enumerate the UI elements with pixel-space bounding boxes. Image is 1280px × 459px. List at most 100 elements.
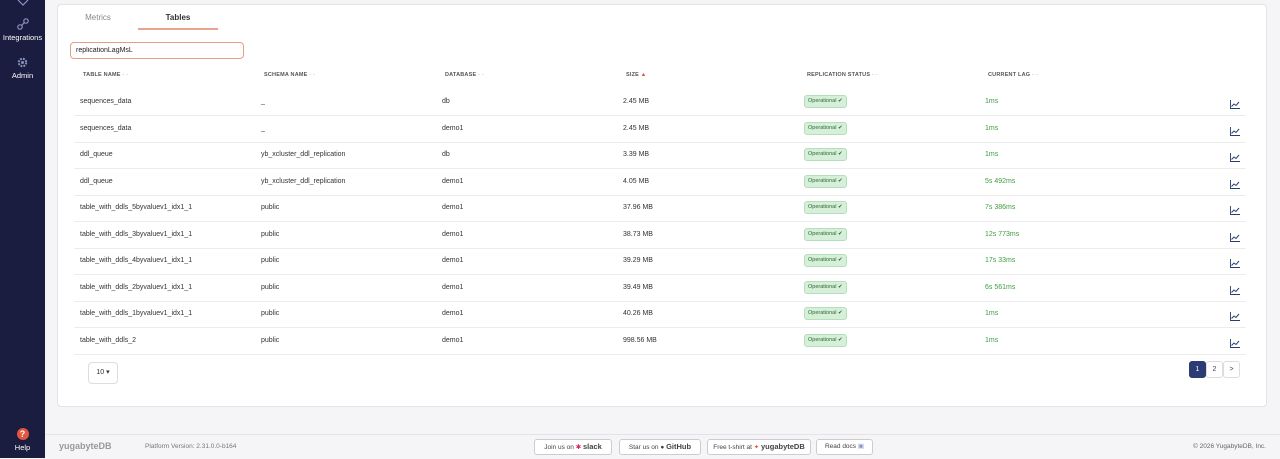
cell-schema-name: yb_xcluster_ddl_replication [261, 151, 346, 158]
cell-current-lag: 1ms [985, 151, 999, 158]
cell-size: 998.56 MB [623, 336, 657, 344]
footer: yugabyteDB Platform Version: 2.31.0.0-b1… [45, 434, 1280, 459]
cell-schema-name: public [261, 310, 280, 317]
line-chart-icon[interactable] [1230, 308, 1240, 326]
platform-version: Platform Version: 2.31.0.0-b164 [145, 443, 237, 450]
cell-current-lag: 17s 33ms [985, 257, 1016, 264]
line-chart-icon[interactable] [1230, 255, 1240, 273]
column-header-size[interactable]: SIZE ▲ [626, 72, 646, 78]
column-header-table-name[interactable]: TABLE NAME - - [83, 72, 128, 78]
line-chart-icon[interactable] [1230, 96, 1240, 114]
line-chart-icon[interactable] [1230, 149, 1240, 167]
sidebar-item-top-partial[interactable] [0, 0, 45, 8]
cell-schema-name: public [261, 230, 280, 238]
line-chart-icon[interactable] [1230, 335, 1240, 353]
line-chart-icon[interactable] [1230, 176, 1240, 194]
cell-schema-name: public [261, 204, 280, 211]
cell-size: 2.45 MB [623, 98, 650, 105]
status-badge: Operational ✔ [804, 148, 847, 161]
cell-table-name: sequences_data [80, 124, 132, 132]
cell-database: demo1 [442, 336, 464, 344]
column-header-schema-name[interactable]: SCHEMA NAME - - [264, 72, 315, 78]
book-icon: ▣ [857, 443, 865, 450]
cell-schema-name: _ [261, 124, 265, 132]
cell-database: demo1 [442, 257, 464, 264]
table-row: table_with_ddls_3byvaluev1_idx1_1 public d… [74, 222, 1246, 249]
tab-metrics[interactable]: Metrics [58, 13, 138, 22]
cell-size: 40.26 MB [623, 310, 653, 317]
line-chart-icon[interactable] [1230, 229, 1240, 247]
github-prefix-label: Star us on [628, 444, 659, 451]
cell-current-lag: 1ms [985, 124, 999, 132]
github-label: GitHub [666, 442, 692, 451]
cell-table-name: table_with_ddls_2 [80, 336, 137, 344]
cell-database: demo1 [442, 204, 464, 211]
cell-database: demo1 [442, 177, 464, 185]
table-row: table_with_ddls_1byvaluev1_idx1_1 public d… [74, 301, 1246, 328]
sidebar-item-integrations[interactable]: Integrations [0, 17, 45, 42]
tshirt-prefix-label: Free t-shirt at [713, 444, 752, 451]
sort-icon[interactable]: - - [872, 72, 878, 78]
sort-ascending-icon[interactable]: ▲ [641, 72, 647, 78]
next-page-button[interactable]: > [1223, 361, 1240, 378]
sidebar-item-help[interactable]: ? Help [0, 428, 45, 452]
sort-icon[interactable]: - - [309, 72, 315, 78]
line-chart-icon[interactable] [1230, 202, 1240, 220]
table-row: ddl_queue yb_xcluster_ddl_replication demo… [74, 169, 1246, 196]
page-button-2[interactable]: 2 [1206, 361, 1223, 378]
line-chart-icon[interactable] [1230, 123, 1240, 141]
tables-card: Metrics Tables TABLE NAME - - SCHEMA NAM… [57, 4, 1267, 407]
cell-table-name: ddl_queue [80, 151, 113, 158]
sidebar: Integrations Admin ? Help [0, 0, 45, 458]
cell-size: 39.49 MB [623, 283, 653, 291]
cell-schema-name: yb_xcluster_ddl_replication [261, 177, 346, 185]
sort-icon[interactable]: - - [122, 72, 128, 78]
status-badge: Operational ✔ [804, 254, 847, 267]
integrations-icon [16, 18, 29, 30]
column-header-replication-status[interactable]: REPLICATION STATUS - - [807, 72, 878, 78]
read-docs-button[interactable]: Read docs ▣ [816, 439, 873, 455]
join-slack-button[interactable]: Join us on ✱ slack [534, 439, 612, 455]
search-input[interactable] [70, 42, 244, 59]
cell-database: demo1 [442, 230, 464, 238]
table-row: table_with_ddls_4byvaluev1_idx1_1 public d… [74, 248, 1246, 275]
footer-logo: yugabyteDB [59, 441, 112, 451]
sort-icon[interactable]: - - [1032, 72, 1038, 78]
sort-icon[interactable]: - - [478, 72, 484, 78]
cell-table-name: table_with_ddls_3byvaluev1_idx1_1 [80, 230, 193, 238]
cell-table-name: table_with_ddls_1byvaluev1_idx1_1 [80, 310, 193, 317]
cell-table-name: table_with_ddls_2byvaluev1_idx1_1 [80, 283, 193, 291]
cell-schema-name: _ [261, 98, 265, 105]
status-badge: Operational ✔ [804, 307, 847, 320]
cell-size: 39.29 MB [623, 257, 653, 264]
status-badge: Operational ✔ [804, 121, 847, 135]
star-github-button[interactable]: Star us on ● GitHub [619, 439, 701, 455]
table-row: table_with_ddls_2 public demo1 998.56 MB Ope… [74, 328, 1246, 355]
sidebar-item-admin[interactable]: Admin [0, 56, 45, 80]
status-badge: Operational ✔ [804, 201, 847, 214]
github-icon: ● [660, 444, 665, 451]
docs-label: Read docs [824, 443, 857, 450]
column-header-current-lag[interactable]: CURRENT LAG - - [988, 72, 1038, 78]
tab-tables[interactable]: Tables [138, 13, 218, 22]
status-badge: Operational ✔ [804, 95, 847, 108]
page-size-select[interactable]: 10 ▾ [88, 362, 118, 384]
cell-table-name: sequences_data [80, 98, 132, 105]
table-row: table_with_ddls_2byvaluev1_idx1_1 public d… [74, 275, 1246, 302]
cell-size: 38.73 MB [623, 230, 653, 238]
status-badge: Operational ✔ [804, 227, 847, 241]
sidebar-item-label: Help [14, 443, 31, 452]
slack-icon: ✱ [575, 444, 582, 451]
status-badge: Operational ✔ [804, 280, 847, 294]
tshirt-brand-label: yugabyteDB [760, 442, 805, 451]
status-badge: Operational ✔ [804, 333, 847, 347]
table-row: table_with_ddls_5byvaluev1_idx1_1 public d… [74, 195, 1246, 222]
free-tshirt-button[interactable]: Free t-shirt at ✦ yugabyteDB [707, 439, 811, 455]
page-button-1[interactable]: 1 [1189, 361, 1206, 378]
line-chart-icon[interactable] [1230, 282, 1240, 300]
slack-prefix-label: Join us on [544, 444, 574, 451]
table-row: ddl_queue yb_xcluster_ddl_replication db 3.… [74, 142, 1246, 169]
cell-schema-name: public [261, 257, 280, 264]
table-row: sequences_data _ demo1 2.45 MB Operational ✔… [74, 116, 1246, 143]
column-header-database[interactable]: DATABASE - - [445, 72, 484, 78]
